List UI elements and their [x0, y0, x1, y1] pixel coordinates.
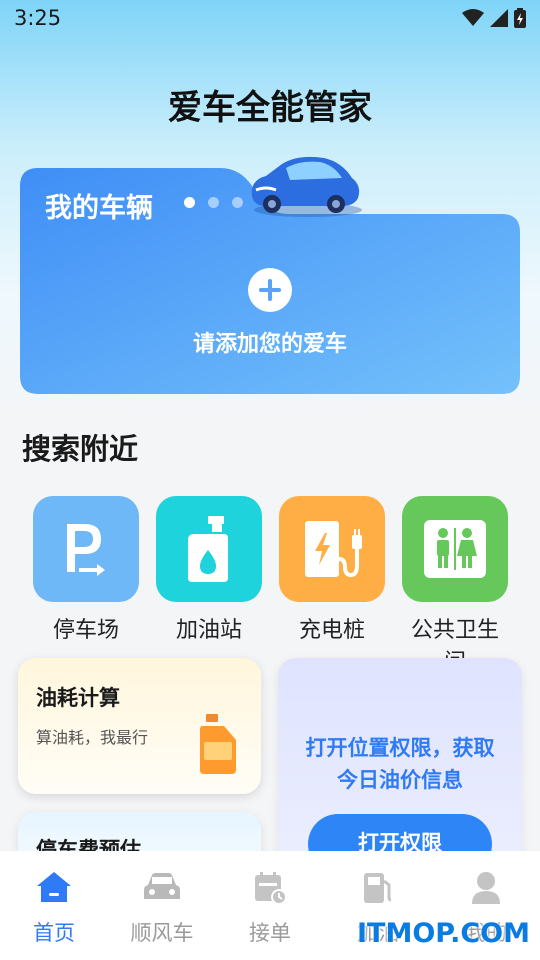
add-car-label[interactable]: 请添加您的爱车	[20, 326, 520, 358]
restroom-tile[interactable]	[402, 496, 508, 602]
gas-station-label: 加油站	[175, 618, 242, 643]
carousel-indicator[interactable]	[184, 197, 243, 208]
fuel-can-icon	[188, 516, 228, 582]
parking-label: 停车场	[52, 618, 119, 643]
charging-station-icon	[305, 521, 362, 578]
tab-home-label: 首页	[33, 921, 75, 945]
nearby-parking[interactable]: 停车场	[33, 496, 139, 644]
permission-line-1: 打开位置权限，获取	[305, 736, 495, 760]
location-permission-card: 打开位置权限，获取 今日油价信息 打开权限	[278, 658, 522, 878]
oil-bottle-icon	[200, 714, 236, 774]
calendar-clock-icon	[255, 872, 287, 905]
tab-home[interactable]: 首页	[0, 851, 108, 960]
restroom-icon	[424, 520, 486, 578]
tab-carpool[interactable]: 顺风车	[108, 851, 216, 960]
nearby-gas-station[interactable]: 加油站	[156, 496, 262, 644]
status-icons	[462, 8, 526, 28]
battery-icon	[514, 8, 526, 28]
charging-tile[interactable]	[279, 496, 385, 602]
nearby-section-title: 搜索附近	[22, 432, 139, 466]
permission-line-2: 今日油价信息	[337, 768, 463, 792]
vehicle-card-title: 我的车辆	[45, 193, 153, 224]
signal-icon	[490, 9, 508, 27]
car-icon	[144, 873, 180, 899]
wifi-icon	[462, 9, 484, 26]
add-car-button[interactable]	[248, 268, 292, 312]
user-icon	[472, 872, 500, 904]
home-icon	[37, 872, 71, 902]
carousel-dot[interactable]	[184, 197, 195, 208]
nearby-restroom[interactable]: 公共卫生间	[402, 496, 508, 676]
tab-orders[interactable]: 接单	[216, 851, 324, 960]
fuel-card-subtitle: 算油耗，我最行	[36, 728, 149, 747]
carousel-dot[interactable]	[232, 197, 243, 208]
vehicle-card[interactable]: 我的车辆 请添加您的爱车	[20, 156, 520, 394]
fuel-card-title: 油耗计算	[36, 686, 120, 710]
watermark: ITMOP.COM	[356, 918, 530, 949]
car-illustration	[251, 156, 362, 217]
status-bar: 3:25	[0, 0, 540, 36]
app-title: 爱车全能管家	[168, 88, 372, 128]
tab-orders-label: 接单	[249, 921, 291, 945]
nearby-charging[interactable]: 充电桩	[279, 496, 385, 644]
charging-label: 充电桩	[298, 618, 365, 643]
plus-icon	[259, 279, 281, 301]
gas-station-tile[interactable]	[156, 496, 262, 602]
gas-pump-icon	[364, 873, 392, 903]
parking-icon	[67, 524, 105, 576]
status-time: 3:25	[14, 6, 62, 30]
parking-tile[interactable]	[33, 496, 139, 602]
fuel-consumption-card[interactable]: 油耗计算 算油耗，我最行	[18, 658, 261, 794]
permission-message: 打开位置权限，获取 今日油价信息	[278, 732, 522, 796]
carousel-dot[interactable]	[208, 197, 219, 208]
tab-carpool-label: 顺风车	[130, 921, 194, 945]
